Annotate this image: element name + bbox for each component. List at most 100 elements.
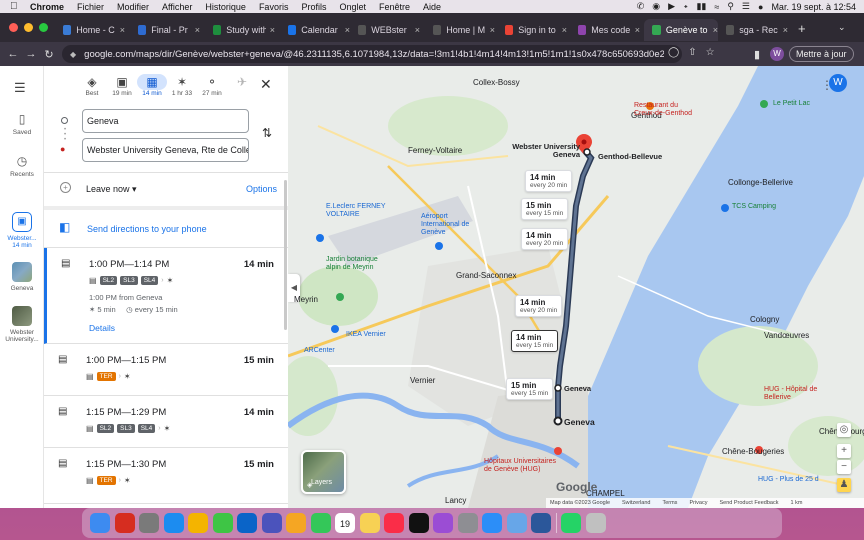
play-icon[interactable]: ▶ — [668, 1, 675, 12]
notes-icon[interactable] — [359, 513, 380, 533]
menu-historique[interactable]: Historique — [205, 2, 246, 12]
control-center-icon[interactable]: ☰ — [742, 1, 750, 12]
tab-10[interactable]: sga - Rec × — [718, 19, 788, 41]
tab-1[interactable]: Home - C × — [55, 19, 125, 41]
preview-icon[interactable] — [506, 513, 527, 533]
reload-button[interactable]: ↻ — [40, 48, 58, 61]
tab-2[interactable]: Final - Pr × — [130, 19, 200, 41]
swap-directions-icon[interactable]: ⇅ — [262, 126, 272, 140]
battery-icon[interactable]: ▮▮ — [696, 1, 706, 12]
share-icon[interactable]: ⇧ — [688, 47, 696, 58]
mode-car[interactable]: ▣ 19 min — [107, 74, 137, 97]
address-url[interactable]: google.com/maps/dir/Genève/webster+genev… — [84, 49, 664, 60]
keynote-icon[interactable] — [482, 513, 502, 533]
apple-icon[interactable]:  — [10, 1, 20, 12]
route-option-4[interactable]: ▤ 1:15 PM—1:30 PM 15 min ▤ TER › ✶ — [44, 448, 288, 504]
menu-afficher[interactable]: Afficher — [162, 2, 192, 12]
finder-icon[interactable] — [90, 513, 110, 533]
panel-scrollbar[interactable] — [284, 180, 287, 330]
rail-webster[interactable]: Webster University... — [0, 306, 44, 343]
mode-flight[interactable]: ✈ — [227, 74, 257, 90]
menu-profils[interactable]: Profils — [301, 2, 326, 12]
launchpad-icon[interactable] — [139, 513, 159, 533]
tab-close-icon[interactable]: × — [562, 25, 567, 35]
messages-icon[interactable] — [212, 513, 233, 533]
destination-input[interactable]: Webster University Geneva, Rte de Collex — [82, 138, 249, 162]
tab-close-icon[interactable]: × — [270, 25, 275, 35]
address-bar[interactable]: ◆ google.com/maps/dir/Genève/webster+gen… — [62, 45, 682, 63]
site-info-icon[interactable]: ◆ — [70, 50, 76, 59]
update-button[interactable]: Mettre à jour — [789, 46, 854, 62]
outlook-icon[interactable] — [237, 513, 257, 533]
transit-bubble[interactable]: 14 min every 20 min — [521, 228, 569, 250]
tab-close-icon[interactable]: × — [415, 25, 420, 35]
bluetooth-icon[interactable]: ᛭ — [683, 2, 688, 12]
record-icon[interactable]: ◉ — [652, 1, 660, 12]
rail-current-trip[interactable]: ▣ Webster... 14 min — [0, 212, 44, 249]
calendar-icon[interactable]: 19 — [335, 513, 355, 533]
teams-icon[interactable] — [261, 513, 282, 533]
settings-icon[interactable] — [457, 513, 478, 533]
layers-button[interactable]: ◈ Layers — [301, 450, 346, 494]
menubar-clock[interactable]: Mar. 19 sept. à 12:54 — [771, 2, 856, 12]
side-panel-icon[interactable]: ▮ — [748, 48, 766, 61]
music-icon[interactable] — [384, 513, 404, 533]
my-location-icon[interactable]: ◎ — [837, 423, 851, 437]
transit-bubble[interactable]: 15 min every 15 min — [506, 378, 554, 400]
transit-bubble[interactable]: 14 min every 20 min — [525, 170, 573, 192]
tab-4[interactable]: Calendar × — [280, 19, 350, 41]
zoom-in-button[interactable]: + — [837, 444, 851, 458]
tab-close-icon[interactable]: × — [195, 25, 200, 35]
tab-7[interactable]: Sign in to × — [497, 19, 567, 41]
whatsapp-status-icon[interactable]: ✆ — [637, 1, 645, 12]
maps-profile-avatar[interactable]: W — [829, 74, 847, 92]
menu-fenetre[interactable]: Fenêtre — [379, 2, 410, 12]
whatsapp-icon[interactable] — [561, 513, 581, 533]
leave-now-dropdown[interactable]: Leave now ▾ — [86, 184, 137, 195]
tab-5[interactable]: WEBster × — [350, 19, 420, 41]
tab-search-chevron-icon[interactable]: ⌄ — [838, 22, 846, 33]
mode-best[interactable]: ◈ Best — [77, 74, 107, 97]
safari-icon[interactable] — [163, 513, 184, 533]
appletv-icon[interactable] — [408, 513, 429, 533]
trash-icon[interactable] — [585, 513, 606, 533]
mode-walk[interactable]: ✶ 1 hr 33 — [167, 74, 197, 97]
menu-onglet[interactable]: Onglet — [339, 2, 366, 12]
rail-saved[interactable]: ▯ Saved — [0, 112, 44, 136]
route-option-2[interactable]: ▤ 1:00 PM—1:15 PM 15 min ▤ TER › ✶ — [44, 344, 288, 396]
google-lens-icon[interactable]: ◯ — [668, 47, 679, 58]
bookmark-star-icon[interactable]: ☆ — [706, 47, 715, 58]
map-canvas[interactable]: ◀ Collex-Bossy Genthod Restaurant du Cre… — [288, 66, 864, 508]
back-button[interactable]: ← — [4, 48, 22, 60]
acrobat-icon[interactable] — [114, 513, 135, 533]
close-window-button[interactable] — [9, 23, 18, 32]
transit-bubble-selected[interactable]: 14 min every 15 min — [511, 330, 559, 352]
tab-close-icon[interactable]: × — [490, 25, 495, 35]
tab-9[interactable]: Genève to × — [644, 19, 718, 41]
word-icon[interactable] — [531, 513, 551, 533]
new-tab-button[interactable]: + — [798, 21, 806, 36]
rail-geneva[interactable]: Geneva — [0, 262, 44, 292]
route-details-link[interactable]: Details — [89, 323, 115, 333]
tab-close-icon[interactable]: × — [120, 25, 125, 35]
send-to-phone-row[interactable]: ◧ Send directions to your phone — [44, 216, 288, 246]
mode-bike[interactable]: ⚬ 27 min — [197, 74, 227, 97]
route-option-3[interactable]: ▤ 1:15 PM—1:29 PM 14 min ▤ SL2 SL3 SL4 ›… — [44, 396, 288, 448]
photos-icon[interactable] — [286, 513, 306, 533]
tab-close-icon[interactable]: × — [635, 25, 640, 35]
menu-favoris[interactable]: Favoris — [259, 2, 289, 12]
tab-close-icon[interactable]: × — [783, 25, 788, 35]
tab-8[interactable]: Mes code × — [570, 19, 640, 41]
menu-modifier[interactable]: Modifier — [117, 2, 149, 12]
tab-6[interactable]: Home | M × — [425, 19, 495, 41]
wifi-icon[interactable]: ≈ — [714, 2, 719, 12]
close-directions-icon[interactable]: ✕ — [260, 76, 272, 93]
profile-avatar[interactable]: W — [770, 47, 784, 61]
origin-input[interactable]: Geneva — [82, 109, 249, 133]
rail-recents[interactable]: ◷ Recents — [0, 154, 44, 178]
facetime-icon[interactable] — [310, 513, 331, 533]
zoom-window-button[interactable] — [39, 23, 48, 32]
hamburger-menu-icon[interactable]: ☰ — [14, 80, 26, 96]
spotlight-search-icon[interactable]: ⚲ — [727, 1, 734, 12]
menu-aide[interactable]: Aide — [423, 2, 441, 12]
